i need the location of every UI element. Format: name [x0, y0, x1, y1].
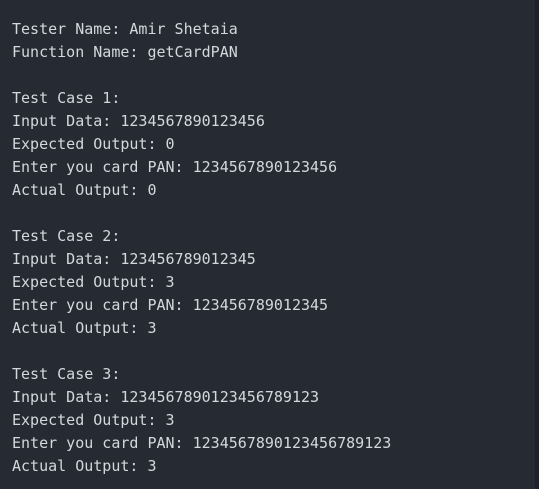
scrollbar-track[interactable] — [535, 0, 539, 489]
tester-name-line: Tester Name: Amir Shetaia — [12, 20, 238, 38]
test-case-3-prompt: Enter you card PAN: 12345678901234567891… — [12, 434, 392, 452]
test-case-2-input: Input Data: 123456789012345 — [12, 250, 256, 268]
function-name-line: Function Name: getCardPAN — [12, 43, 238, 61]
test-case-1-expected: Expected Output: 0 — [12, 135, 175, 153]
test-case-1-title: Test Case 1: — [12, 89, 121, 107]
test-case-3-actual: Actual Output: 3 — [12, 457, 157, 475]
test-case-1-input: Input Data: 1234567890123456 — [12, 112, 265, 130]
test-case-3-input: Input Data: 1234567890123456789123 — [12, 388, 320, 406]
test-case-2-title: Test Case 2: — [12, 227, 121, 245]
test-case-2-actual: Actual Output: 3 — [12, 319, 157, 337]
test-case-2-prompt: Enter you card PAN: 123456789012345 — [12, 296, 329, 314]
terminal-output: Tester Name: Amir Shetaia Function Name:… — [0, 0, 535, 489]
test-case-1-actual: Actual Output: 0 — [12, 181, 157, 199]
test-case-3-title: Test Case 3: — [12, 365, 121, 383]
test-case-3-expected: Expected Output: 3 — [12, 411, 175, 429]
test-case-2-expected: Expected Output: 3 — [12, 273, 175, 291]
test-case-1-prompt: Enter you card PAN: 1234567890123456 — [12, 158, 338, 176]
